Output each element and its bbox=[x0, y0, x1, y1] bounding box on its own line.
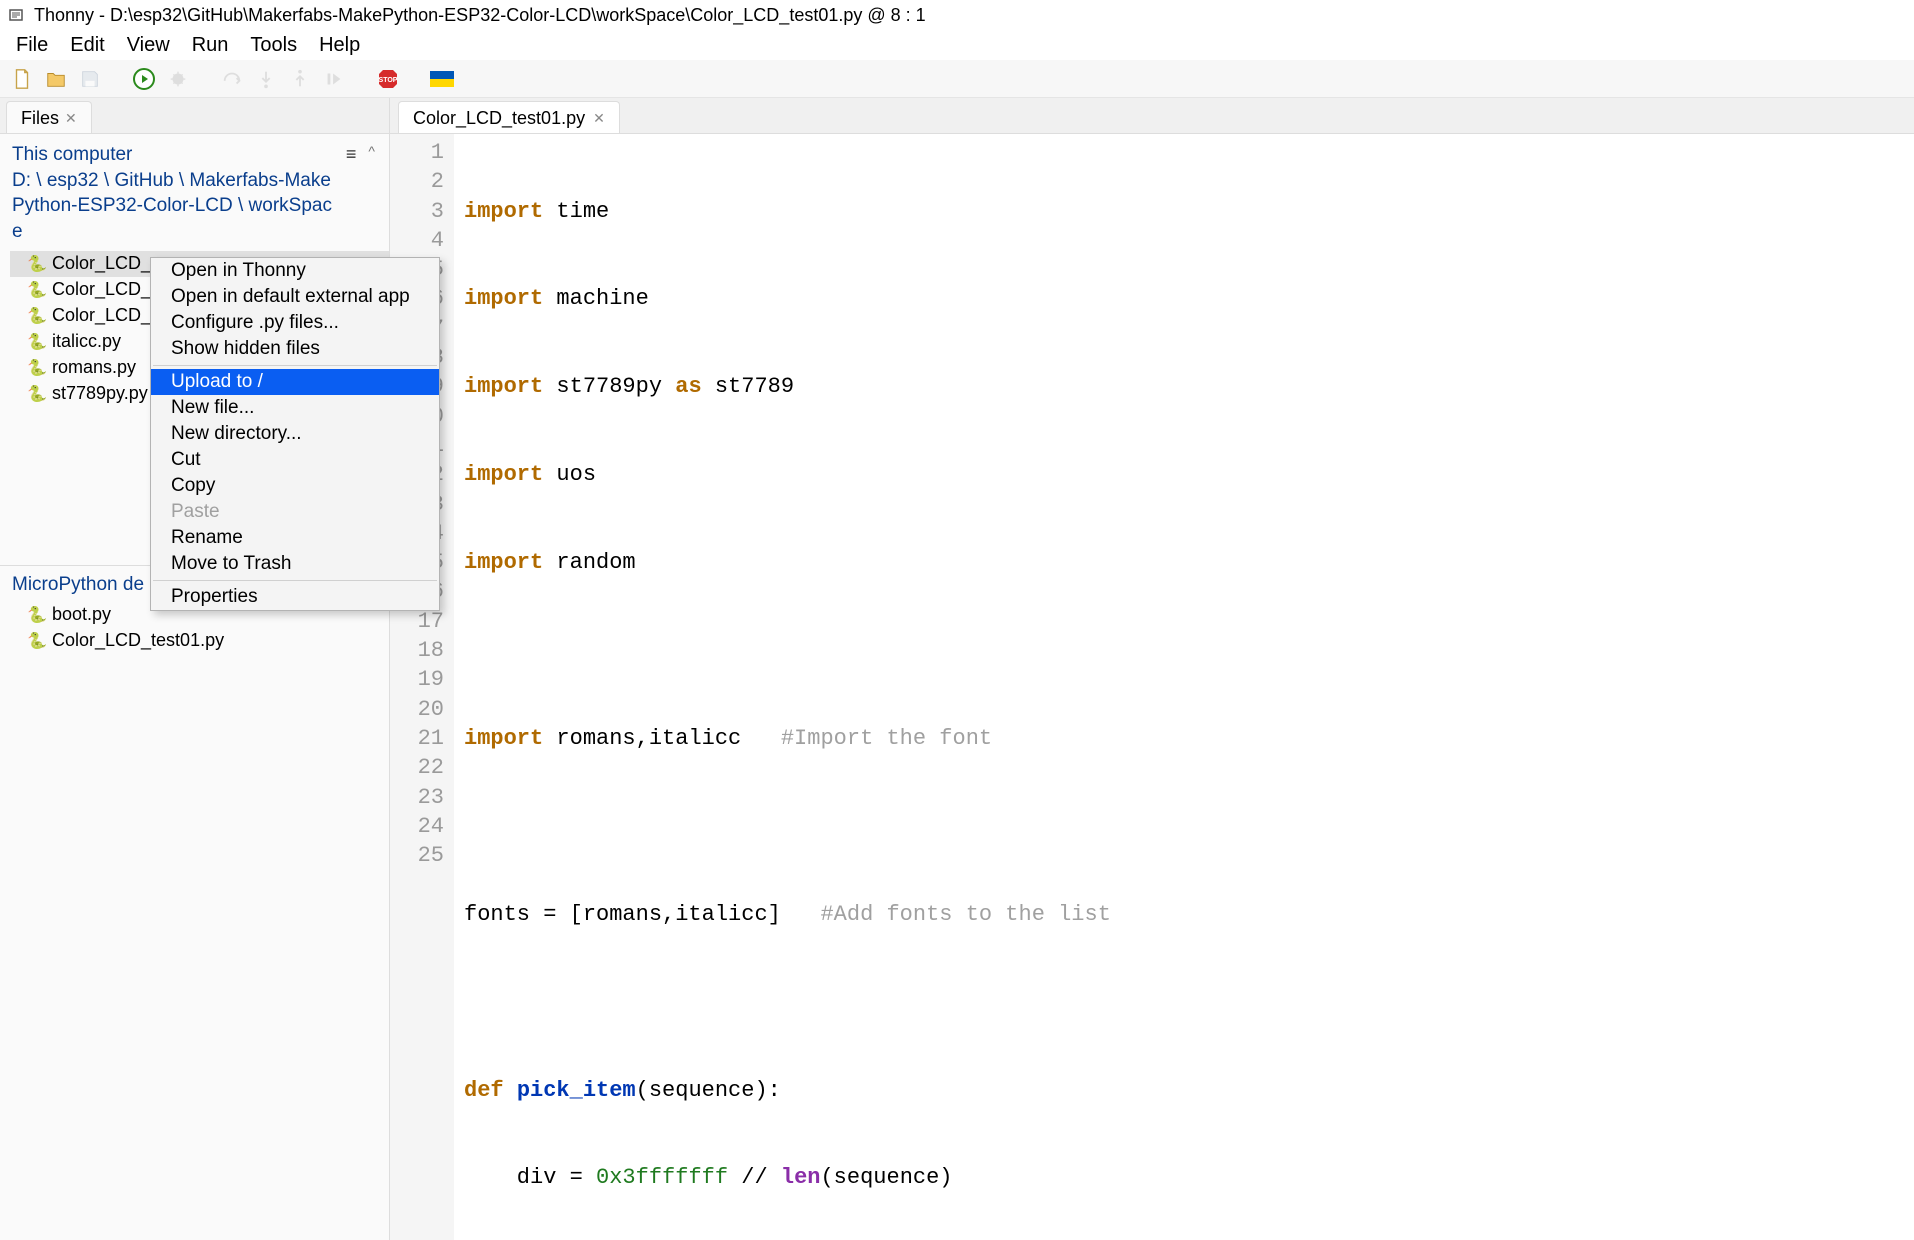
context-menu-item[interactable]: New directory... bbox=[151, 421, 439, 447]
menu-tools[interactable]: Tools bbox=[240, 32, 307, 59]
file-name: Color_LCD_test01.py bbox=[52, 630, 224, 651]
collapse-icon[interactable]: ^ bbox=[364, 142, 379, 166]
menubar: File Edit View Run Tools Help bbox=[0, 30, 1914, 60]
context-menu-item[interactable]: Show hidden files bbox=[151, 336, 439, 362]
python-file-icon: 🐍 bbox=[28, 606, 46, 624]
file-name: italicc.py bbox=[52, 331, 121, 352]
open-file-button[interactable] bbox=[42, 65, 70, 93]
toolbar: STOP bbox=[0, 60, 1914, 98]
context-menu-item: Paste bbox=[151, 499, 439, 525]
files-tab[interactable]: Files ✕ bbox=[6, 101, 92, 133]
close-icon[interactable]: ✕ bbox=[65, 110, 77, 127]
file-row[interactable]: 🐍 Color_LCD_test01.py bbox=[10, 628, 389, 654]
context-menu-item[interactable]: Open in default external app bbox=[151, 284, 439, 310]
python-file-icon: 🐍 bbox=[28, 385, 46, 403]
editor-tab[interactable]: Color_LCD_test01.py ✕ bbox=[398, 101, 620, 133]
titlebar: Thonny - D:\esp32\GitHub\Makerfabs-MakeP… bbox=[0, 0, 1914, 30]
menu-run[interactable]: Run bbox=[182, 32, 239, 59]
menu-edit[interactable]: Edit bbox=[60, 32, 114, 59]
editor-pane: Color_LCD_test01.py ✕ 123456789101112131… bbox=[390, 98, 1914, 1240]
context-menu-separator bbox=[153, 580, 437, 581]
context-menu-item[interactable]: Cut bbox=[151, 447, 439, 473]
editor-tabs: Color_LCD_test01.py ✕ bbox=[390, 98, 1914, 134]
menu-view[interactable]: View bbox=[117, 32, 180, 59]
context-menu-item[interactable]: Move to Trash bbox=[151, 551, 439, 577]
current-path[interactable]: D: \ esp32 \ GitHub \ Makerfabs-MakePyth… bbox=[12, 168, 340, 245]
context-menu-item[interactable]: Properties bbox=[151, 584, 439, 610]
resume-button[interactable] bbox=[320, 65, 348, 93]
stop-button[interactable]: STOP bbox=[374, 65, 402, 93]
python-file-icon: 🐍 bbox=[28, 281, 46, 299]
run-button[interactable] bbox=[130, 65, 158, 93]
debug-button[interactable] bbox=[164, 65, 192, 93]
context-menu[interactable]: Open in ThonnyOpen in default external a… bbox=[150, 257, 440, 611]
app-icon bbox=[8, 6, 26, 24]
python-file-icon: 🐍 bbox=[28, 255, 46, 273]
file-name: romans.py bbox=[52, 357, 136, 378]
context-menu-separator bbox=[153, 365, 437, 366]
python-file-icon: 🐍 bbox=[28, 359, 46, 377]
file-name: Color_LCD_ bbox=[52, 279, 151, 300]
step-into-button[interactable] bbox=[252, 65, 280, 93]
context-menu-item[interactable]: Rename bbox=[151, 525, 439, 551]
context-menu-item[interactable]: Upload to / bbox=[151, 369, 439, 395]
this-computer-label[interactable]: This computer bbox=[12, 142, 340, 168]
code-area[interactable]: 1234567891011121314151617181920212223242… bbox=[390, 134, 1914, 1240]
context-menu-item[interactable]: Copy bbox=[151, 473, 439, 499]
editor-tab-label: Color_LCD_test01.py bbox=[413, 108, 585, 129]
files-pane-tabs: Files ✕ bbox=[0, 98, 389, 134]
files-header: This computer D: \ esp32 \ GitHub \ Make… bbox=[0, 134, 389, 249]
close-icon[interactable]: ✕ bbox=[593, 110, 605, 127]
python-file-icon: 🐍 bbox=[28, 307, 46, 325]
code-content[interactable]: import time import machine import st7789… bbox=[454, 134, 1349, 1240]
hamburger-icon[interactable]: ≡ bbox=[340, 142, 363, 166]
file-name: boot.py bbox=[52, 604, 111, 625]
context-menu-item[interactable]: Configure .py files... bbox=[151, 310, 439, 336]
window-title: Thonny - D:\esp32\GitHub\Makerfabs-MakeP… bbox=[34, 5, 926, 26]
context-menu-item[interactable]: Open in Thonny bbox=[151, 258, 439, 284]
file-name: Color_LCD_ bbox=[52, 305, 151, 326]
step-over-button[interactable] bbox=[218, 65, 246, 93]
python-file-icon: 🐍 bbox=[28, 632, 46, 650]
svg-text:STOP: STOP bbox=[379, 77, 398, 84]
python-file-icon: 🐍 bbox=[28, 333, 46, 351]
file-name: Color_LCD_ bbox=[52, 253, 151, 274]
step-out-button[interactable] bbox=[286, 65, 314, 93]
menu-file[interactable]: File bbox=[6, 32, 58, 59]
file-name: st7789py.py bbox=[52, 383, 148, 404]
flag-icon[interactable] bbox=[428, 65, 456, 93]
files-tab-label: Files bbox=[21, 108, 59, 129]
new-file-button[interactable] bbox=[8, 65, 36, 93]
menu-help[interactable]: Help bbox=[309, 32, 370, 59]
context-menu-item[interactable]: New file... bbox=[151, 395, 439, 421]
save-button[interactable] bbox=[76, 65, 104, 93]
